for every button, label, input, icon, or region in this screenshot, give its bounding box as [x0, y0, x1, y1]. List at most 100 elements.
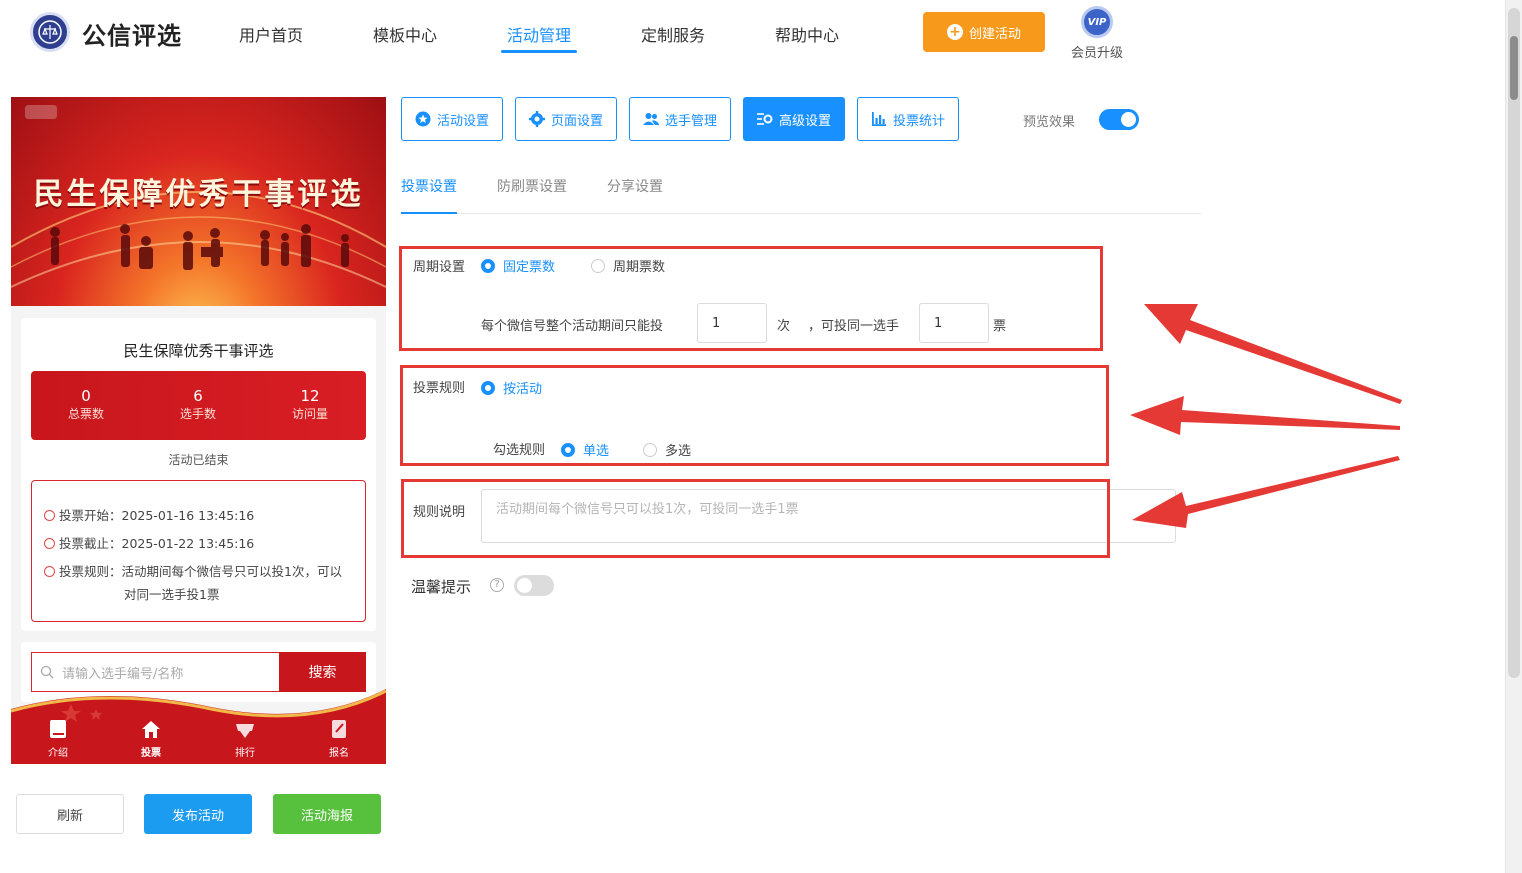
- stat-label: 总票数: [67, 407, 104, 421]
- vote-statistics-button[interactable]: 投票统计: [857, 97, 959, 141]
- radio-label: 固定票数: [503, 260, 556, 275]
- nav-active-indicator: [501, 50, 577, 53]
- vip-upgrade-link[interactable]: 会员升级: [1071, 42, 1123, 61]
- stat-contestants: 6 选手数: [143, 387, 253, 422]
- tab-label: 介绍: [48, 748, 68, 759]
- info-icon: [44, 566, 55, 577]
- activity-info-card: 民生保障优秀干事评选 0 总票数 6 选手数 12 访问量 活动已结束 投票开始…: [21, 318, 376, 631]
- tool-label: 投票统计: [892, 113, 945, 129]
- same-contestant-text: ，可投同一选手: [808, 319, 900, 334]
- nav-home[interactable]: 用户首页: [239, 22, 303, 46]
- radio-unchecked-icon: [591, 259, 605, 273]
- tab-intro[interactable]: 介绍: [28, 719, 88, 759]
- star-icon: [415, 111, 431, 127]
- radio-by-activity[interactable]: 按活动: [481, 378, 542, 397]
- warm-tip-label: 温馨提示: [411, 578, 472, 596]
- mobile-preview: 民生保障优秀干事评选 民生保障优秀干事评选 0 总票数 6 选手数 12 访问量…: [11, 97, 386, 764]
- ranking-icon: [236, 724, 254, 738]
- vote-end-line: 投票截止：2025-01-22 13:45:16: [44, 532, 360, 555]
- search-input[interactable]: 请输入选手编号/名称: [31, 652, 279, 692]
- vote-rule-line: 投票规则：活动期间每个微信号只可以投1次，可以: [44, 560, 360, 583]
- vote-rules-box: 投票开始：2025-01-16 13:45:16 投票截止：2025-01-22…: [31, 480, 366, 622]
- rule-description-label: 规则说明: [413, 505, 466, 520]
- vote-rule-label: 投票规则: [413, 381, 466, 396]
- tab-signup[interactable]: 报名: [309, 719, 369, 759]
- book-icon: [50, 720, 66, 738]
- banner-title: 民生保障优秀干事评选: [33, 177, 364, 212]
- tab-vote[interactable]: 投票: [121, 719, 181, 759]
- radio-fixed-votes[interactable]: 固定票数: [481, 256, 555, 275]
- times-unit: 次: [777, 319, 791, 334]
- edit-icon: [332, 720, 346, 738]
- vote-rule-line-2: 对同一选手投1票: [124, 587, 220, 602]
- stat-value: 0: [81, 387, 91, 405]
- vote-start-text: 投票开始：2025-01-16 13:45:16: [59, 508, 255, 523]
- mobile-tab-bar: 介绍 投票 排行 报名: [11, 689, 386, 764]
- votes-input[interactable]: 1: [919, 303, 989, 343]
- nav-custom-service[interactable]: 定制服务: [641, 22, 705, 46]
- search-button[interactable]: 搜索: [279, 652, 366, 692]
- tab-anti-fraud-settings[interactable]: 防刷票设置: [497, 176, 567, 196]
- radio-cycle-votes[interactable]: 周期票数: [591, 256, 665, 275]
- clock-icon: [44, 510, 55, 521]
- bar-chart-icon: [871, 112, 886, 126]
- create-activity-button[interactable]: + 创建活动: [923, 12, 1045, 52]
- arrow-to-rule: [1130, 396, 1400, 435]
- clock-icon: [44, 538, 55, 549]
- radio-checked-icon: [481, 381, 495, 395]
- sliders-icon: [756, 113, 773, 125]
- stat-label: 访问量: [291, 407, 328, 421]
- nav-templates[interactable]: 模板中心: [373, 22, 437, 46]
- brand-name: 公信评选: [82, 22, 182, 50]
- stat-total-votes: 0 总票数: [31, 387, 141, 422]
- vote-rule-text: 投票规则：活动期间每个微信号只可以投1次，可以: [59, 564, 342, 579]
- banner-image: 民生保障优秀干事评选: [11, 97, 386, 306]
- tool-label: 选手管理: [664, 113, 717, 129]
- publish-activity-button[interactable]: 发布活动: [144, 794, 252, 834]
- radio-unchecked-icon: [643, 443, 657, 457]
- activity-settings-button[interactable]: 活动设置: [401, 97, 503, 141]
- warm-tip-toggle[interactable]: [514, 575, 554, 596]
- stat-value: 12: [300, 387, 320, 405]
- plus-icon: +: [946, 24, 963, 40]
- tab-share-settings[interactable]: 分享设置: [607, 176, 663, 196]
- tab-label: 报名: [329, 748, 349, 759]
- tool-label: 高级设置: [778, 113, 831, 129]
- vote-end-text: 投票截止：2025-01-22 13:45:16: [59, 536, 255, 551]
- radio-label: 单选: [583, 444, 610, 459]
- tab-label: 投票: [141, 748, 161, 759]
- help-icon[interactable]: ?: [490, 578, 504, 592]
- check-rule-label: 勾选规则: [493, 443, 546, 458]
- vote-start-line: 投票开始：2025-01-16 13:45:16: [44, 504, 360, 527]
- radio-single-choice[interactable]: 单选: [561, 440, 609, 459]
- annotation-arrows: [1130, 304, 1402, 528]
- users-icon: [642, 113, 659, 125]
- search-icon: [40, 665, 54, 679]
- stat-label: 选手数: [179, 407, 216, 421]
- votes-unit: 票: [993, 319, 1007, 334]
- radio-label: 多选: [665, 444, 692, 459]
- scrollbar-track[interactable]: [1508, 8, 1520, 678]
- tab-vote-settings[interactable]: 投票设置: [401, 176, 457, 196]
- page-settings-button[interactable]: 页面设置: [515, 97, 617, 141]
- nav-help-center[interactable]: 帮助中心: [775, 22, 839, 46]
- scrollbar-thumb[interactable]: [1510, 36, 1518, 100]
- radio-multiple-choice[interactable]: 多选: [643, 440, 691, 459]
- advanced-settings-button[interactable]: 高级设置: [743, 97, 845, 141]
- contestant-management-button[interactable]: 选手管理: [629, 97, 731, 141]
- activity-poster-button[interactable]: 活动海报: [273, 794, 381, 834]
- activity-status: 活动已结束: [168, 453, 229, 467]
- vip-icon[interactable]: VIP: [1081, 6, 1113, 38]
- radio-checked-icon: [561, 443, 575, 457]
- preview-effect-toggle[interactable]: [1099, 109, 1139, 130]
- tool-label: 页面设置: [550, 113, 603, 129]
- nav-activity-management[interactable]: 活动管理: [507, 22, 571, 46]
- logo-icon[interactable]: [30, 12, 70, 52]
- radio-checked-icon: [481, 259, 495, 273]
- refresh-button[interactable]: 刷新: [16, 794, 124, 834]
- tab-ranking[interactable]: 排行: [215, 719, 275, 759]
- gear-icon: [528, 111, 545, 127]
- create-activity-label: 创建活动: [968, 26, 1021, 42]
- times-input[interactable]: 1: [697, 303, 767, 343]
- period-label: 周期设置: [413, 260, 466, 275]
